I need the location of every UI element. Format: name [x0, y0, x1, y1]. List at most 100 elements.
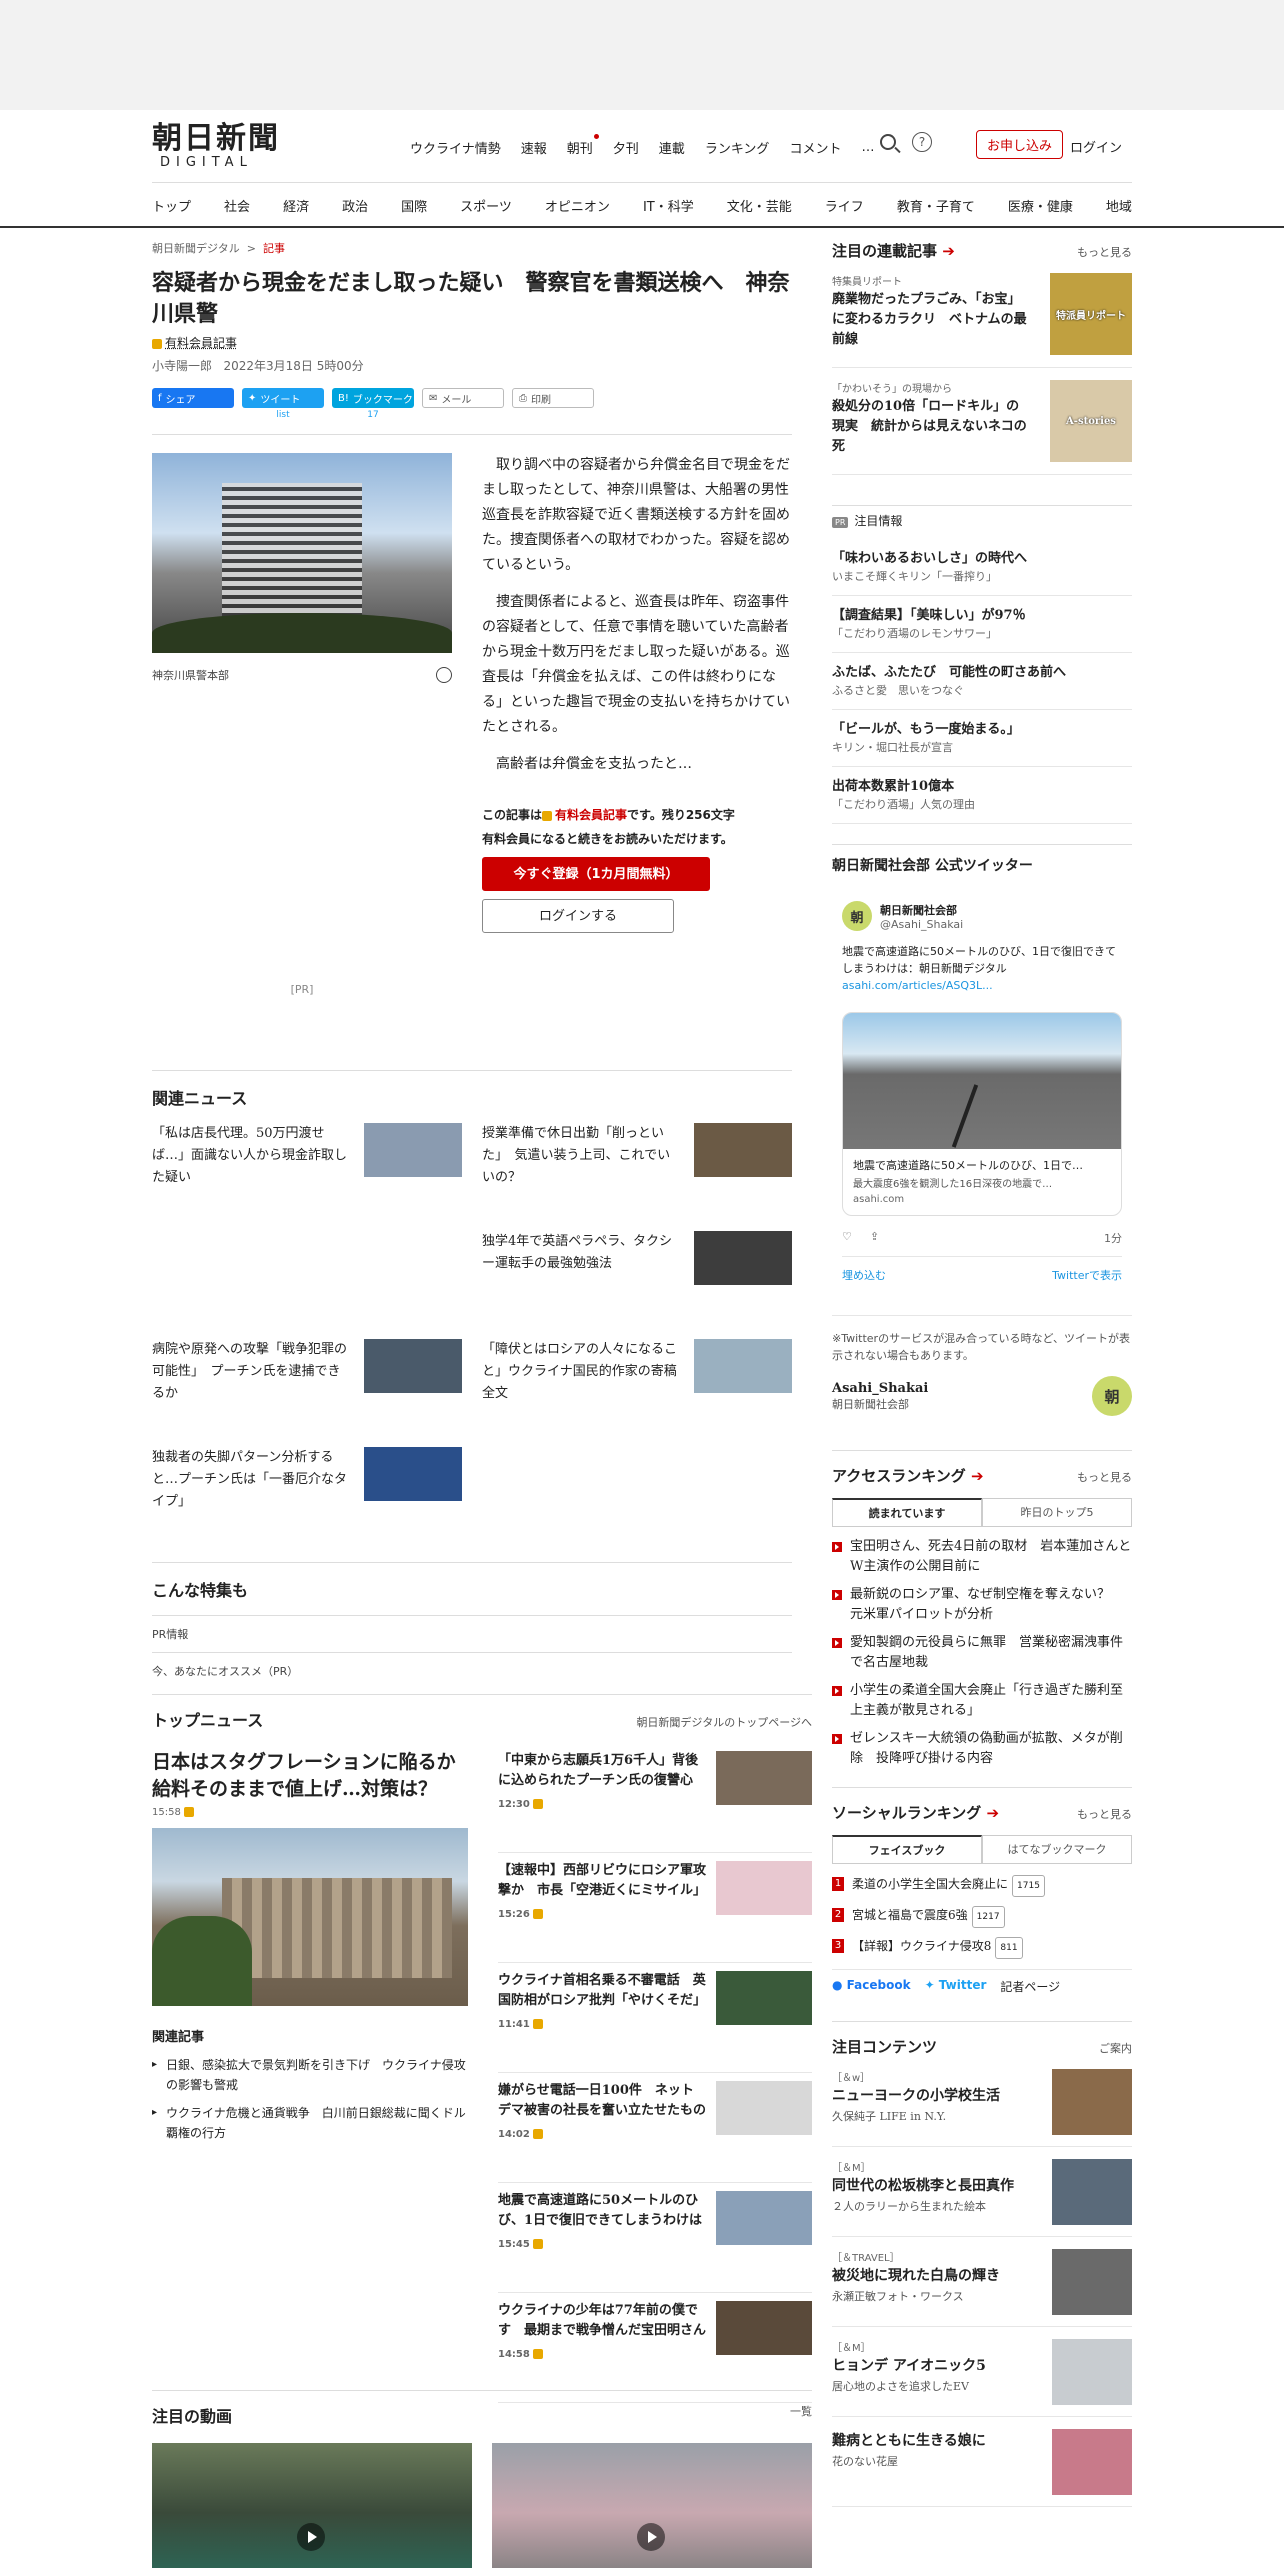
content-thumbnail[interactable]: [1052, 2249, 1132, 2315]
site-logo[interactable]: 朝日新聞 DIGITAL: [152, 122, 280, 170]
zoom-icon[interactable]: [436, 667, 452, 683]
access-ranking-item[interactable]: 小学生の柔道全国大会廃止「行き過ぎた勝利至上主義が散見される」: [832, 1681, 1132, 1721]
cat-region[interactable]: 地域: [1106, 196, 1132, 215]
related-news-item[interactable]: 「障伏とはロシアの人々になること」ウクライナ国民的作家の寄稿全文: [482, 1339, 792, 1447]
login-link[interactable]: ログイン: [1070, 137, 1122, 156]
video-thumbnail[interactable]: [492, 2443, 812, 2568]
top-news-thumbnail[interactable]: [716, 1861, 812, 1915]
topnav-evening[interactable]: 夕刊: [613, 138, 639, 157]
pr-item[interactable]: 「ビールが、もう一度始まる。」 キリン・堀口社長が宣言: [832, 710, 1132, 767]
social-ranking-more[interactable]: もっと見る: [1077, 1806, 1132, 1822]
related-news-item[interactable]: 「私は店長代理。50万円渡せば…」面識ない人から現金詐取した疑い: [152, 1123, 462, 1231]
content-item[interactable]: 難病とともに生きる娘に 花のない花屋: [832, 2417, 1132, 2507]
related-news-thumbnail[interactable]: [364, 1339, 462, 1393]
print-button[interactable]: ⎙ 印刷: [512, 388, 594, 408]
reporter-page-link[interactable]: 記者ページ: [1000, 1978, 1060, 1995]
related-news-item[interactable]: 病院や原発への攻撃「戦争犯罪の可能性」 プーチン氏を逮捕できるか: [152, 1339, 462, 1447]
related-news-thumbnail[interactable]: [364, 1447, 462, 1501]
pr-item[interactable]: 出荷本数累計10億本 「こだわり酒場」人気の理由: [832, 767, 1132, 824]
cat-life[interactable]: ライフ: [825, 196, 864, 215]
access-ranking-item[interactable]: ゼレンスキー大統領の偽動画が拡散、メタが削除 投降呼び掛ける内容: [832, 1729, 1132, 1769]
top-news-item[interactable]: 地震で高速道路に50メートルのひび、1日で復旧できてしまうわけは 15:45: [498, 2189, 812, 2293]
breadcrumb-home[interactable]: 朝日新聞デジタル: [152, 242, 240, 255]
pr-item[interactable]: 【調査結果】「美味しい」が97％ 「こだわり酒場のレモンサワー」: [832, 596, 1132, 653]
help-icon[interactable]: ?: [912, 132, 932, 152]
tab-facebook[interactable]: フェイスブック: [832, 1835, 982, 1863]
related-news-thumbnail[interactable]: [694, 1339, 792, 1393]
related-news-thumbnail[interactable]: [364, 1123, 462, 1177]
top-news-item[interactable]: ウクライナの少年は77年前の僕です 最期まで戦争憎んだ宝田明さん 14:58: [498, 2299, 812, 2403]
top-news-item[interactable]: 嫌がらせ電話一日100件 ネットデマ被害の社長を奮い立たせたもの 14:02: [498, 2079, 812, 2183]
register-button[interactable]: 今すぐ登録（1カ月間無料）: [482, 857, 710, 891]
top-news-thumbnail[interactable]: [716, 2301, 812, 2355]
author[interactable]: 小寺陽一郎: [152, 359, 212, 373]
social-ranking-title[interactable]: ソーシャルランキング ➔: [832, 1802, 999, 1823]
series-item[interactable]: 「かわいそう」の現場から 殺処分の10倍「ロードキル」の現実 統計からは見えないネ…: [832, 368, 1132, 475]
cat-society[interactable]: 社会: [224, 196, 250, 215]
embed-link[interactable]: 埋め込む: [842, 1267, 886, 1283]
cat-it-science[interactable]: IT・科学: [643, 196, 694, 215]
twitter-account[interactable]: Asahi_Shakai 朝日新聞社会部 朝: [832, 1376, 1132, 1416]
tweet-user[interactable]: 朝 朝日新聞社会部 @Asahi_Shakai: [842, 901, 1122, 931]
video-thumbnail[interactable]: [152, 2443, 472, 2568]
tweet-link[interactable]: asahi.com/articles/ASQ3L...: [842, 979, 993, 992]
content-item[interactable]: ［＆M］ 同世代の松坂桃李と長田真作 ２人のラリーから生まれた絵本: [832, 2147, 1132, 2237]
topnav-breaking[interactable]: 速報: [521, 138, 547, 157]
hatena-count[interactable]: 17: [332, 410, 414, 420]
related-news-item[interactable]: 授業準備で休日出勤「削っといた」 気遣い装う上司、これでいいの？: [482, 1123, 792, 1231]
content-item[interactable]: ［＆M］ ヒョンデ アイオニック5 居心地のよさを追求したEV: [832, 2327, 1132, 2417]
access-ranking-item[interactable]: 宝田明さん、死去4日前の取材 岩本蓮加さんとW主演作の公開目前に: [832, 1537, 1132, 1577]
pr-info-row[interactable]: PR情報: [152, 1615, 792, 1652]
play-icon[interactable]: [637, 2523, 665, 2551]
content-thumbnail[interactable]: [1052, 2429, 1132, 2495]
cat-culture[interactable]: 文化・芸能: [727, 196, 792, 215]
content-thumbnail[interactable]: [1052, 2159, 1132, 2225]
social-ranking-item[interactable]: 3 【詳報】ウクライナ侵攻8 811: [832, 1936, 1132, 1959]
top-news-item[interactable]: 【速報中】西部リビウにロシア軍攻撃か 市長「空港近くにミサイル」 15:26: [498, 1859, 812, 1963]
related-news-thumbnail[interactable]: [694, 1123, 792, 1177]
top-news-thumbnail[interactable]: [716, 2081, 812, 2135]
content-item[interactable]: ［＆TRAVEL］ 被災地に現れた白鳥の輝き 永瀬正敏フォト・ワークス: [832, 2237, 1132, 2327]
topnav-comment[interactable]: コメント: [789, 138, 841, 157]
hatena-bookmark-button[interactable]: B! ブックマーク: [332, 388, 414, 408]
pr-item[interactable]: ふたば、ふたたび 可能性の町さあ前へ ふるさと愛 思いをつなぐ: [832, 653, 1132, 710]
subscribe-button[interactable]: お申し込み: [976, 130, 1064, 159]
series-item[interactable]: 特集員リポート 廃業物だったプラごみ、「お宝」に変わるカラクリ ベトナムの最前線特…: [832, 261, 1132, 368]
cat-top[interactable]: トップ: [152, 196, 191, 215]
social-ranking-item[interactable]: 1 柔道の小学生全国大会廃止に 1715: [832, 1874, 1132, 1897]
cat-sports[interactable]: スポーツ: [460, 196, 512, 215]
facebook-share-button[interactable]: f シェア: [152, 388, 234, 408]
twitter-count[interactable]: list: [242, 410, 324, 420]
content-thumbnail[interactable]: [1052, 2069, 1132, 2135]
twitter-share-button[interactable]: ✦ ツイート: [242, 388, 324, 408]
top-news-item[interactable]: 「中東から志願兵1万6千人」背後に込められたプーチン氏の復讐心 12:30: [498, 1749, 812, 1853]
tweet-card[interactable]: 地震で高速道路に50メートルのひび、1日で… 最大震度6強を観測した16日深夜の…: [842, 1012, 1122, 1216]
view-on-twitter-link[interactable]: Twitterで表示: [1052, 1267, 1122, 1283]
login-button[interactable]: ログインする: [482, 899, 674, 933]
breadcrumb-current[interactable]: 記事: [263, 242, 285, 255]
access-ranking-item[interactable]: 愛知製鋼の元役員らに無罪 営業秘密漏洩事件で名古屋地裁: [832, 1633, 1132, 1673]
access-ranking-item[interactable]: 最新鋭のロシア軍、なぜ制空権を奪えない？ 元米軍パイロットが分析: [832, 1585, 1132, 1625]
top-news-thumbnail[interactable]: [716, 1971, 812, 2025]
article-photo[interactable]: [152, 453, 452, 653]
lead-headline[interactable]: 日本はスタグフレーションに陥るか 給料そのままで値上げ…対策は？: [152, 1749, 475, 1803]
search-icon[interactable]: [880, 134, 896, 150]
cat-opinion[interactable]: オピニオン: [545, 196, 610, 215]
pr-item[interactable]: 「味わいあるおいしさ」の時代へ いまこそ輝くキリン「一番搾り」: [832, 539, 1132, 596]
mail-button[interactable]: ✉ メール: [422, 388, 504, 408]
topnav-ranking[interactable]: ランキング: [705, 138, 770, 157]
tweet-time[interactable]: 1分: [1104, 1230, 1122, 1246]
series-title[interactable]: 注目の連載記事 ➔: [832, 240, 955, 261]
paid-article-label[interactable]: 有料会員記事: [152, 334, 792, 351]
related-news-thumbnail[interactable]: [694, 1231, 792, 1285]
facebook-link[interactable]: ● Facebook: [832, 1978, 911, 1995]
cat-politics[interactable]: 政治: [342, 196, 368, 215]
video-more-link[interactable]: 一覧: [790, 2403, 812, 2427]
related-article-link[interactable]: 日銀、感染拡大で景気判断を引き下げ ウクライナ侵攻の影響も警戒: [152, 2055, 468, 2095]
tab-most-read[interactable]: 読まれています: [832, 1498, 982, 1526]
content-item[interactable]: ［＆w］ ニューヨークの小学校生活 久保純子 LIFE in N.Y.: [832, 2057, 1132, 2147]
tab-yesterday-top5[interactable]: 昨日のトップ5: [982, 1498, 1132, 1526]
access-ranking-more[interactable]: もっと見る: [1077, 1469, 1132, 1485]
recommend-row[interactable]: 今、あなたにオススメ（PR）: [152, 1652, 792, 1689]
topnav-morning[interactable]: 朝刊: [567, 134, 599, 157]
